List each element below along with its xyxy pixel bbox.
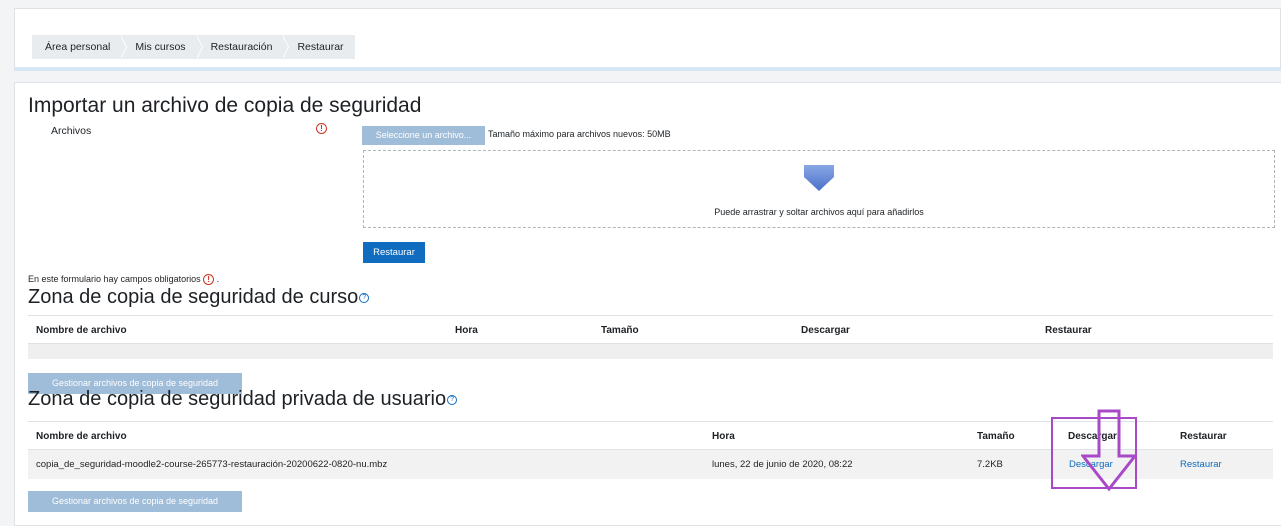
col-time: Hora xyxy=(712,431,735,442)
col-size: Tamaño xyxy=(601,325,639,336)
breadcrumb-area-personal[interactable]: Área personal xyxy=(32,35,128,59)
user-backup-zone-title: Zona de copia de seguridad privada de us… xyxy=(28,388,458,411)
breadcrumb-restaurar: Restaurar xyxy=(297,41,344,53)
file-dropzone[interactable]: Puede arrastrar y soltar archivos aquí p… xyxy=(363,150,1275,228)
col-filename: Nombre de archivo xyxy=(36,431,127,442)
col-size: Tamaño xyxy=(977,431,1015,442)
course-backup-zone-title: Zona de copia de seguridad de curso? xyxy=(28,286,370,309)
choose-file-button[interactable]: Seleccione un archivo... xyxy=(362,126,485,145)
empty-table-row xyxy=(28,344,1273,359)
required-icon: ! xyxy=(203,274,215,286)
required-note-text: En este formulario hay campos obligatori… xyxy=(28,274,201,284)
import-title: Importar un archivo de copia de segurida… xyxy=(28,94,422,117)
course-backup-zone-title-text: Zona de copia de seguridad de curso xyxy=(28,286,359,308)
max-size-text: Tamaño máximo para archivos nuevos: 50MB xyxy=(488,129,671,139)
backup-size: 7.2KB xyxy=(977,459,1003,470)
col-restore: Restaurar xyxy=(1045,325,1092,336)
files-field-label: Archivos xyxy=(51,125,92,137)
required-fields-note: En este formulario hay campos obligatori… xyxy=(28,274,220,286)
col-time: Hora xyxy=(455,325,478,336)
page-header: Área personal Mis cursos Restauración Re… xyxy=(14,8,1281,71)
breadcrumb: Área personal Mis cursos Restauración Re… xyxy=(32,35,355,59)
required-note-suffix: . xyxy=(216,274,220,284)
col-download: Descargar xyxy=(801,325,850,336)
col-restore: Restaurar xyxy=(1180,431,1227,442)
dropzone-text: Puede arrastrar y soltar archivos aquí p… xyxy=(714,207,924,217)
col-filename: Nombre de archivo xyxy=(36,325,127,336)
restore-link[interactable]: Restaurar xyxy=(1180,450,1222,479)
help-icon[interactable]: ? xyxy=(359,292,370,303)
required-icon: ! xyxy=(316,123,327,134)
breadcrumb-mis-cursos[interactable]: Mis cursos xyxy=(121,35,203,59)
help-icon[interactable]: ? xyxy=(447,394,458,405)
course-backup-table: Nombre de archivo Hora Tamaño Descargar … xyxy=(28,315,1273,359)
manage-backups-button[interactable]: Gestionar archivos de copia de seguridad xyxy=(28,491,242,512)
restore-button[interactable]: Restaurar xyxy=(363,242,425,263)
annotation-highlight-box xyxy=(1051,417,1137,489)
table-header: Nombre de archivo Hora Tamaño Descargar … xyxy=(28,315,1273,344)
arrow-down-icon xyxy=(804,165,834,191)
user-backup-zone-title-text: Zona de copia de seguridad privada de us… xyxy=(28,388,447,410)
backup-time: lunes, 22 de junio de 2020, 08:22 xyxy=(712,459,853,470)
breadcrumb-restauracion[interactable]: Restauración xyxy=(197,35,290,59)
backup-filename: copia_de_seguridad-moodle2-course-265773… xyxy=(36,459,388,470)
